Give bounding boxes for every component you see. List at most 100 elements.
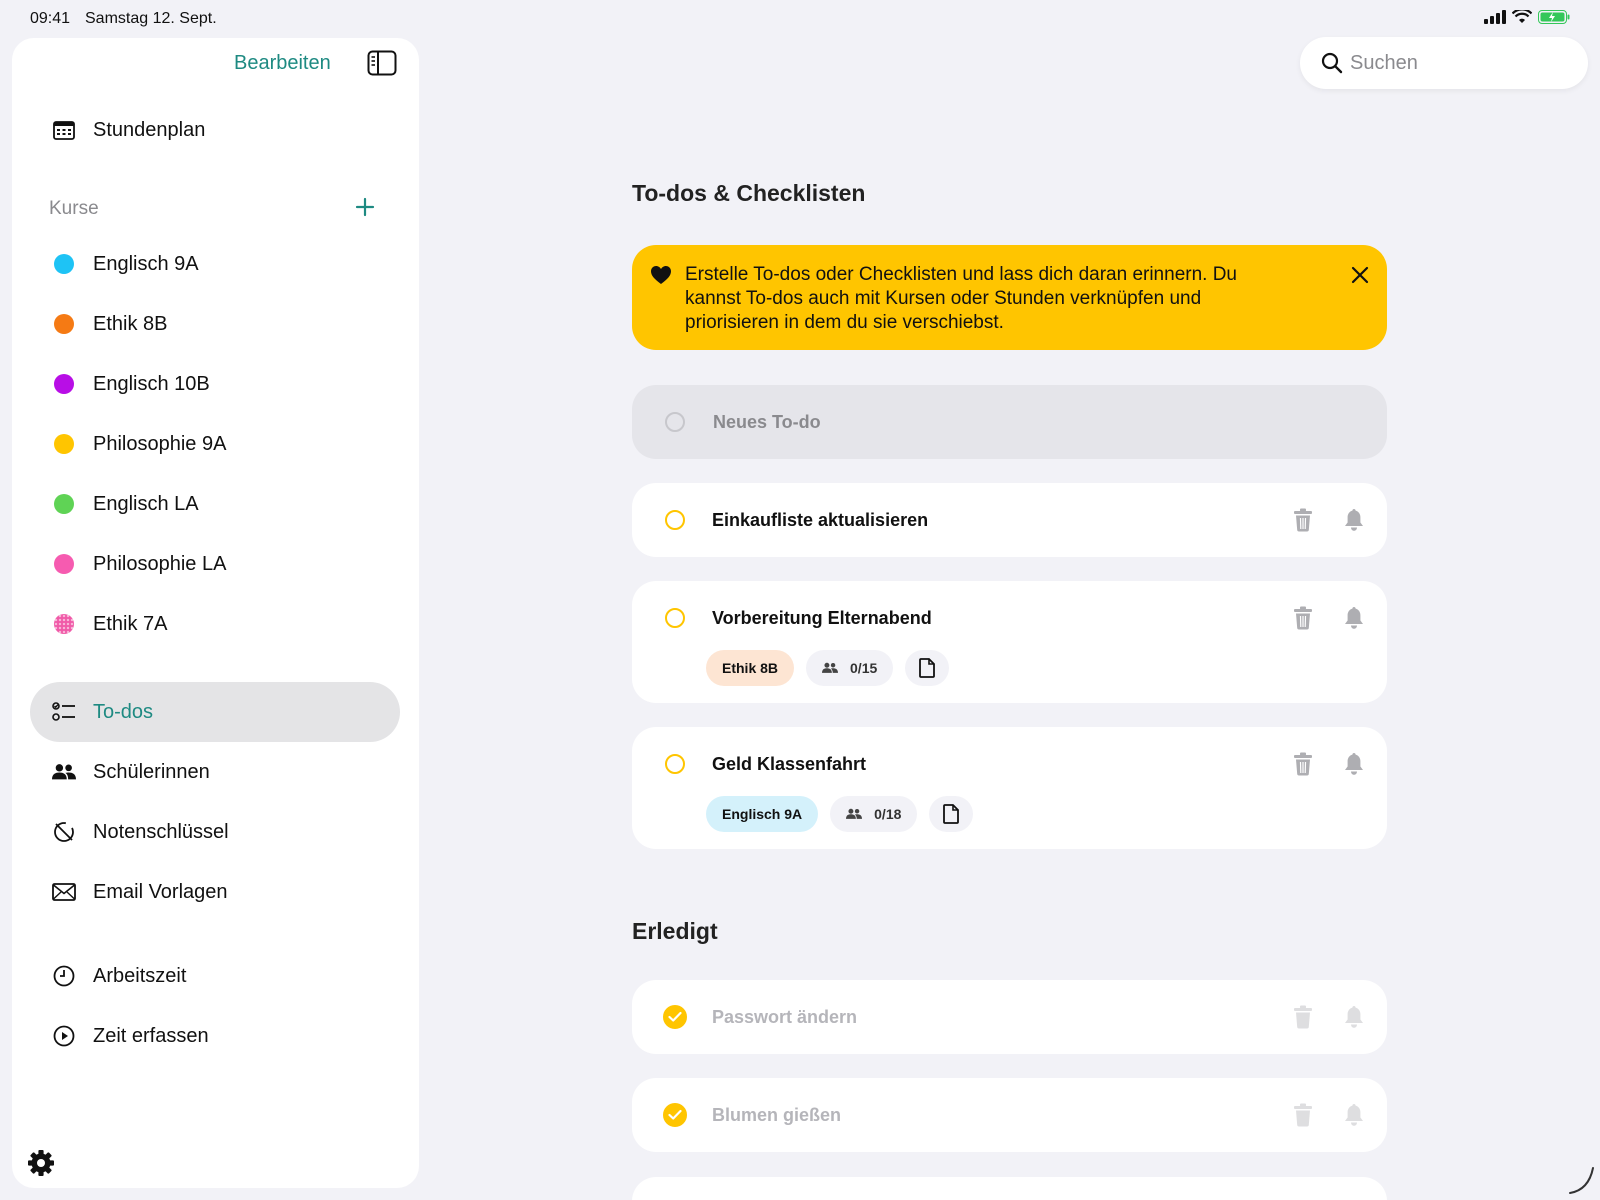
trash-icon[interactable] <box>1292 606 1314 630</box>
done-checkbox[interactable] <box>663 1005 687 1029</box>
bell-icon[interactable] <box>1343 752 1365 776</box>
todo-checkbox[interactable] <box>665 754 685 774</box>
todo-title: Vorbereitung Elternabend <box>712 608 932 628</box>
bell-icon[interactable] <box>1343 508 1365 532</box>
checkmark-icon <box>668 1109 682 1120</box>
search-icon <box>1321 52 1343 74</box>
bell-icon[interactable] <box>1343 1005 1365 1029</box>
students-count: 0/15 <box>850 660 878 676</box>
trash-icon[interactable] <box>1292 1103 1314 1127</box>
search-input[interactable] <box>1350 47 1570 79</box>
sidebar-course-englisch-9a[interactable]: Englisch 9A <box>12 240 419 288</box>
envelope-icon <box>52 880 76 904</box>
sidebar-item-label: Zeit erfassen <box>93 1024 209 1047</box>
todo-title: Blumen gießen <box>712 1105 842 1125</box>
sidebar-item-working-time[interactable]: Arbeitszeit <box>12 952 419 1000</box>
sidebar-course-ethik-8b[interactable]: Ethik 8B <box>12 300 419 348</box>
clock-icon <box>52 964 76 988</box>
settings-gear-icon[interactable] <box>26 1148 56 1178</box>
checkmark-icon <box>668 1011 682 1022</box>
people-icon <box>52 760 76 784</box>
sidebar-toggle-icon[interactable] <box>367 50 397 76</box>
edit-button[interactable]: Bearbeiten <box>234 52 331 75</box>
course-color-dot <box>54 554 74 574</box>
done-todo-card[interactable]: Passwort ändern <box>632 980 1387 1054</box>
sidebar-course-ethik-7a[interactable]: Ethik 7A <box>12 600 419 648</box>
course-color-dot <box>54 434 74 454</box>
course-label: Englisch LA <box>93 492 199 515</box>
course-label: Philosophie LA <box>93 552 227 575</box>
slashed-gauge-icon <box>52 820 76 844</box>
trash-icon[interactable] <box>1292 1005 1314 1029</box>
status-time: 09:41 <box>30 10 71 27</box>
search-bar[interactable] <box>1300 37 1588 89</box>
status-date: Samstag 12. Sept. <box>85 10 217 27</box>
trash-icon[interactable] <box>1292 752 1314 776</box>
cellular-icon <box>1484 10 1506 24</box>
sidebar-item-grading-key[interactable]: Notenschlüssel <box>12 808 419 856</box>
status-bar: 09:41 Samstag 12. Sept. <box>0 0 1600 38</box>
document-icon <box>919 658 936 678</box>
sidebar-item-label: Schülerinnen <box>93 760 210 783</box>
done-checkbox[interactable] <box>663 1103 687 1127</box>
add-course-icon[interactable] <box>352 194 378 220</box>
sidebar-item-label: To-dos <box>93 700 154 723</box>
people-icon <box>822 662 839 673</box>
todo-card[interactable]: Geld Klassenfahrt Englisch 9A 0/18 <box>632 727 1387 849</box>
scroll-indicator-icon <box>1569 1167 1594 1194</box>
students-count: 0/18 <box>874 806 902 822</box>
sidebar-item-todos[interactable]: To-dos <box>12 688 419 736</box>
new-todo-input[interactable] <box>713 407 1213 437</box>
done-todo-card[interactable]: Blumen gießen <box>632 1078 1387 1152</box>
new-todo-checkbox <box>665 412 685 432</box>
info-banner: Erstelle To-dos oder Checklisten und las… <box>632 245 1387 350</box>
todo-card[interactable]: Einkaufliste aktualisieren <box>632 483 1387 557</box>
course-color-dot <box>54 614 74 634</box>
course-chip[interactable]: Englisch 9A <box>706 796 819 832</box>
students-chip[interactable]: 0/15 <box>806 650 894 686</box>
todo-checkbox[interactable] <box>665 608 685 628</box>
battery-icon <box>1538 10 1570 24</box>
new-todo-row[interactable] <box>632 385 1387 459</box>
document-icon <box>943 804 960 824</box>
bell-icon[interactable] <box>1343 1103 1365 1127</box>
sidebar-course-englisch-la[interactable]: Englisch LA <box>12 480 419 528</box>
course-color-dot <box>54 254 74 274</box>
todo-chips: Ethik 8B 0/15 <box>706 650 950 686</box>
sidebar-item-students[interactable]: Schülerinnen <box>12 748 419 796</box>
sidebar-item-label: Arbeitszeit <box>93 964 187 987</box>
todo-card[interactable]: Vorbereitung Elternabend Ethik 8B 0/15 <box>632 581 1387 703</box>
course-label: Ethik 8B <box>93 312 168 335</box>
todo-chips: Englisch 9A 0/18 <box>706 796 974 832</box>
course-label: Philosophie 9A <box>93 432 227 455</box>
document-chip[interactable] <box>929 796 974 832</box>
wifi-icon <box>1512 10 1532 23</box>
students-chip[interactable]: 0/18 <box>830 796 918 832</box>
todo-checkbox[interactable] <box>665 510 685 530</box>
course-color-dot <box>54 314 74 334</box>
done-todo-card-partial[interactable] <box>632 1177 1387 1200</box>
status-icons <box>1484 10 1570 24</box>
sidebar-item-schedule[interactable]: Stundenplan <box>12 106 419 154</box>
course-color-dot <box>54 374 74 394</box>
sidebar-course-philosophie-9a[interactable]: Philosophie 9A <box>12 420 419 468</box>
courses-section-label: Kurse <box>49 198 99 219</box>
checklist-icon <box>52 700 76 724</box>
sidebar-course-philosophie-la[interactable]: Philosophie LA <box>12 540 419 588</box>
sidebar-item-label: Stundenplan <box>93 118 206 141</box>
trash-icon[interactable] <box>1292 508 1314 532</box>
heart-icon <box>651 266 671 284</box>
sidebar-item-email-templates[interactable]: Email Vorlagen <box>12 868 419 916</box>
course-chip[interactable]: Ethik 8B <box>706 650 795 686</box>
sidebar-item-track-time[interactable]: Zeit erfassen <box>12 1012 419 1060</box>
course-label: Englisch 9A <box>93 252 199 275</box>
document-chip[interactable] <box>905 650 950 686</box>
bell-icon[interactable] <box>1343 606 1365 630</box>
done-section-title: Erledigt <box>632 918 718 944</box>
todo-title: Einkaufliste aktualisieren <box>712 510 929 530</box>
course-label: Ethik 7A <box>93 612 168 635</box>
close-icon[interactable] <box>1348 263 1372 287</box>
sidebar-item-label: Notenschlüssel <box>93 820 229 843</box>
banner-text: Erstelle To-dos oder Checklisten und las… <box>685 264 1238 333</box>
sidebar-course-englisch-10b[interactable]: Englisch 10B <box>12 360 419 408</box>
